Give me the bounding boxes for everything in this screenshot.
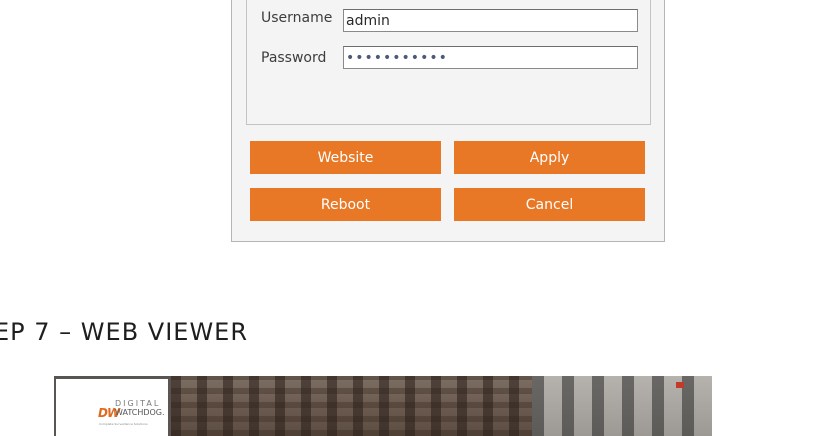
network-settings-dialog: Username Password Website Apply Reboot C… xyxy=(231,0,665,242)
cancel-button[interactable]: Cancel xyxy=(454,188,645,221)
login-panel: Username Password xyxy=(246,0,651,125)
camera-feed-image-right xyxy=(532,376,712,436)
logo-line1: DIGITAL xyxy=(115,399,161,408)
web-viewer-screenshot: DW DIGITAL WATCHDOG. Complete Surveillan… xyxy=(54,376,712,436)
username-label: Username xyxy=(261,10,333,26)
website-button[interactable]: Website xyxy=(250,141,441,174)
red-marker xyxy=(676,382,684,388)
logo-line2: WATCHDOG. xyxy=(115,408,165,417)
digital-watchdog-logo: DW DIGITAL WATCHDOG. Complete Surveillan… xyxy=(56,379,168,436)
logo-tagline: Complete Surveillance Solutions xyxy=(99,422,148,426)
reboot-button[interactable]: Reboot xyxy=(250,188,441,221)
username-input[interactable] xyxy=(343,9,638,32)
password-input[interactable] xyxy=(343,46,638,69)
password-label: Password xyxy=(261,50,327,66)
step-heading: EP 7 – WEB VIEWER xyxy=(0,318,249,346)
apply-button[interactable]: Apply xyxy=(454,141,645,174)
